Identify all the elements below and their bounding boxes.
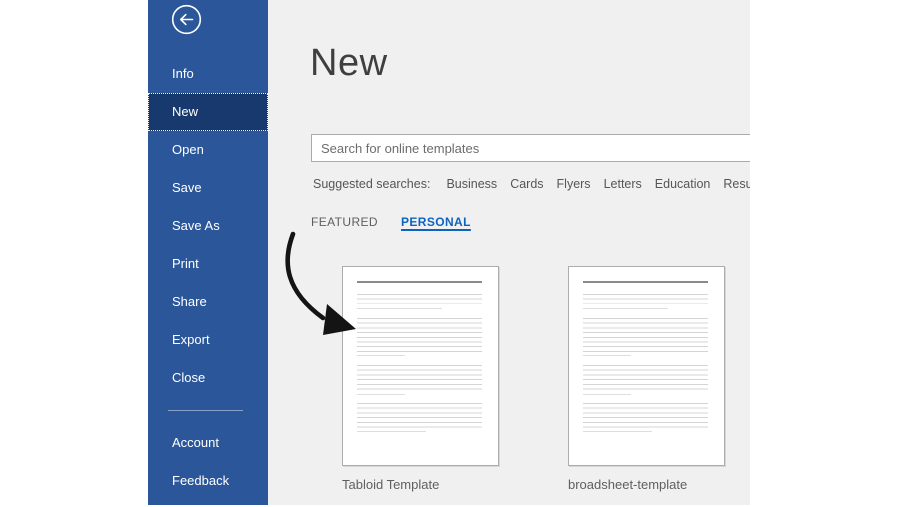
- template-tabs: FEATURED PERSONAL: [311, 215, 471, 229]
- sidebar-item-feedback[interactable]: Feedback: [148, 462, 268, 500]
- sidebar-item-info[interactable]: Info: [148, 55, 268, 93]
- template-item-tabloid: Tabloid Template: [342, 266, 499, 492]
- template-name-broadsheet: broadsheet-template: [568, 477, 688, 492]
- sidebar-divider: [168, 410, 243, 411]
- template-thumbnail-tabloid[interactable]: [342, 266, 499, 466]
- sidebar-item-save-as[interactable]: Save As: [148, 207, 268, 245]
- back-button[interactable]: [171, 4, 202, 35]
- sidebar-item-open[interactable]: Open: [148, 131, 268, 169]
- suggested-link-flyers[interactable]: Flyers: [557, 177, 591, 191]
- tab-personal[interactable]: PERSONAL: [401, 215, 471, 229]
- sidebar-item-close[interactable]: Close: [148, 359, 268, 397]
- new-document-panel: New Suggested searches: Business Cards F…: [268, 0, 750, 505]
- template-item-broadsheet: broadsheet-template: [568, 266, 725, 492]
- sidebar: Info New Open Save Save As Print Share E…: [148, 0, 268, 505]
- search-input[interactable]: [311, 134, 750, 162]
- suggested-link-education[interactable]: Education: [655, 177, 711, 191]
- suggested-searches-label: Suggested searches:: [313, 177, 431, 191]
- suggested-link-resume[interactable]: Resume: [723, 177, 750, 191]
- doc-preview-title-line: [357, 281, 482, 283]
- suggested-searches: Suggested searches: Business Cards Flyer…: [313, 177, 750, 191]
- suggested-link-letters[interactable]: Letters: [604, 177, 642, 191]
- tab-featured[interactable]: FEATURED: [311, 215, 378, 229]
- sidebar-item-new[interactable]: New: [148, 93, 268, 131]
- template-thumbnail-broadsheet[interactable]: [568, 266, 725, 466]
- sidebar-item-save[interactable]: Save: [148, 169, 268, 207]
- page-title: New: [310, 42, 388, 84]
- sidebar-item-account[interactable]: Account: [148, 424, 268, 462]
- word-backstage-view: Info New Open Save Save As Print Share E…: [0, 0, 900, 507]
- template-name-tabloid: Tabloid Template: [342, 477, 440, 492]
- suggested-link-cards[interactable]: Cards: [510, 177, 543, 191]
- sidebar-item-print[interactable]: Print: [148, 245, 268, 283]
- sidebar-item-share[interactable]: Share: [148, 283, 268, 321]
- back-arrow-icon: [171, 4, 202, 35]
- doc-preview-title-line: [583, 281, 708, 283]
- sidebar-menu: Info New Open Save Save As Print Share E…: [148, 55, 268, 500]
- template-gallery: Tabloid Template broadsheet-template: [342, 266, 725, 492]
- suggested-link-business[interactable]: Business: [446, 177, 497, 191]
- sidebar-item-export[interactable]: Export: [148, 321, 268, 359]
